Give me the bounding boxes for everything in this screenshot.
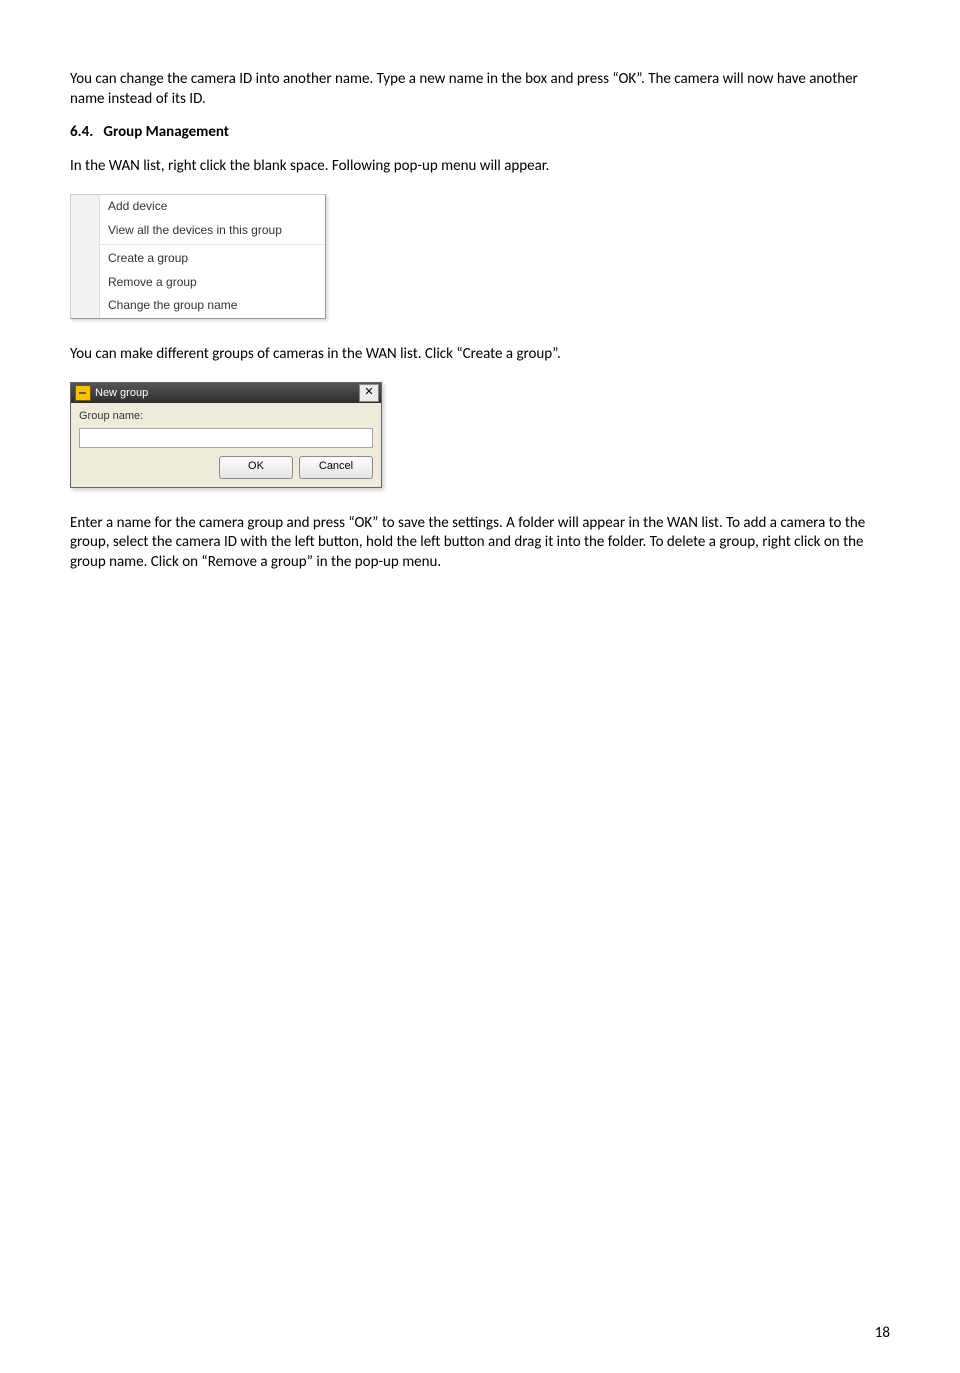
dialog-titlebar: New group ✕ xyxy=(71,383,381,403)
context-menu-gutter xyxy=(71,195,100,318)
new-group-dialog: New group ✕ Group name: OK Cancel xyxy=(70,382,382,487)
app-icon xyxy=(75,385,91,401)
context-menu-separator xyxy=(100,244,325,245)
paragraph-4: Enter a name for the camera group and pr… xyxy=(70,514,890,573)
page-number: 18 xyxy=(875,1324,890,1344)
dialog-title: New group xyxy=(95,386,359,400)
section-number: 6.4. xyxy=(70,123,93,141)
cancel-button[interactable]: Cancel xyxy=(299,456,373,479)
group-name-input[interactable] xyxy=(79,428,373,448)
ctx-item-create-group[interactable]: Create a group xyxy=(100,247,325,271)
ctx-item-add-device[interactable]: Add device xyxy=(100,195,325,219)
ctx-item-remove-group[interactable]: Remove a group xyxy=(100,271,325,295)
intro-paragraph: You can change the camera ID into anothe… xyxy=(70,70,890,109)
ok-button[interactable]: OK xyxy=(219,456,293,479)
paragraph-2: In the WAN list, right click the blank s… xyxy=(70,157,890,177)
section-heading: 6.4. Group Management xyxy=(70,123,890,143)
ctx-item-change-name[interactable]: Change the group name xyxy=(100,294,325,318)
ctx-item-view-all[interactable]: View all the devices in this group xyxy=(100,219,325,243)
close-icon[interactable]: ✕ xyxy=(359,384,379,402)
section-title-text: Group Management xyxy=(103,123,229,141)
paragraph-3: You can make different groups of cameras… xyxy=(70,345,890,365)
context-menu: Add device View all the devices in this … xyxy=(70,194,326,319)
group-name-label: Group name: xyxy=(79,409,373,423)
